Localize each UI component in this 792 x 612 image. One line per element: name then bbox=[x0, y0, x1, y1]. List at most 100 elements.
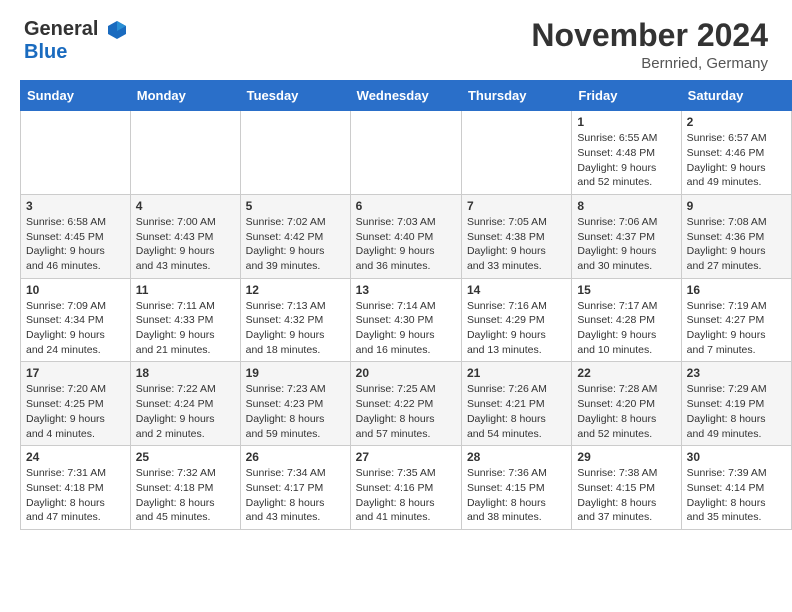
cell-info-line: Daylight: 8 hours bbox=[577, 497, 656, 509]
cell-info-line: Sunrise: 6:55 AM bbox=[577, 132, 657, 144]
cell-info-line: Sunrise: 7:39 AM bbox=[687, 467, 767, 479]
cell-info-text: Sunrise: 7:14 AMSunset: 4:30 PMDaylight:… bbox=[356, 299, 456, 358]
logo: General Blue bbox=[24, 18, 128, 63]
cell-info-line: Daylight: 9 hours bbox=[356, 245, 435, 257]
header: General Blue November 2024 Bernried, Ger… bbox=[0, 0, 792, 80]
cell-info-line: Daylight: 9 hours bbox=[467, 245, 546, 257]
cell-info-line: and 43 minutes. bbox=[136, 260, 211, 272]
calendar-cell: 30Sunrise: 7:39 AMSunset: 4:14 PMDayligh… bbox=[681, 446, 791, 530]
cell-info-line: and 16 minutes. bbox=[356, 344, 431, 356]
calendar-cell bbox=[21, 111, 131, 195]
cell-info-text: Sunrise: 7:09 AMSunset: 4:34 PMDaylight:… bbox=[26, 299, 125, 358]
cell-date-number: 21 bbox=[467, 366, 566, 380]
cell-info-line: Sunset: 4:48 PM bbox=[577, 147, 655, 159]
cell-info-line: Sunset: 4:18 PM bbox=[136, 482, 214, 494]
calendar-week-5: 24Sunrise: 7:31 AMSunset: 4:18 PMDayligh… bbox=[21, 446, 792, 530]
cell-info-text: Sunrise: 6:55 AM Sunset: 4:48 PM Daylight:… bbox=[577, 131, 675, 190]
cell-info-line: Daylight: 8 hours bbox=[246, 413, 325, 425]
cell-info-line: Sunrise: 7:26 AM bbox=[467, 383, 547, 395]
cell-info-text: Sunrise: 6:58 AMSunset: 4:45 PMDaylight:… bbox=[26, 215, 125, 274]
cell-date-number: 28 bbox=[467, 450, 566, 464]
cell-info-line: and 35 minutes. bbox=[687, 511, 762, 523]
calendar-cell: 15Sunrise: 7:17 AMSunset: 4:28 PMDayligh… bbox=[572, 278, 681, 362]
cell-info-line: and 36 minutes. bbox=[356, 260, 431, 272]
calendar-cell: 28Sunrise: 7:36 AMSunset: 4:15 PMDayligh… bbox=[461, 446, 571, 530]
cell-info-line: Sunset: 4:33 PM bbox=[136, 314, 214, 326]
calendar-cell bbox=[130, 111, 240, 195]
cell-info-line: Sunrise: 7:34 AM bbox=[246, 467, 326, 479]
cell-date-number: 24 bbox=[26, 450, 125, 464]
calendar-cell: 14 Sunrise: 7:16 AMSunset: 4:29 PMDayligh… bbox=[461, 278, 571, 362]
cell-info-line: Sunset: 4:23 PM bbox=[246, 398, 324, 410]
calendar-cell bbox=[240, 111, 350, 195]
cell-info-line: Daylight: 8 hours bbox=[246, 497, 325, 509]
cell-info-line: and 39 minutes. bbox=[246, 260, 321, 272]
cell-info-line: Sunset: 4:27 PM bbox=[687, 314, 765, 326]
cell-info-line: Sunset: 4:43 PM bbox=[136, 231, 214, 243]
cell-date-number: 17 bbox=[26, 366, 125, 380]
cell-info-text: Sunrise: 7:13 AMSunset: 4:32 PMDaylight:… bbox=[246, 299, 345, 358]
cell-info-line: Sunrise: 7:11 AM bbox=[136, 300, 215, 312]
cell-info-line: Daylight: 9 hours bbox=[687, 162, 766, 174]
cell-info-line: Sunrise: 7:38 AM bbox=[577, 467, 657, 479]
calendar-cell: 11Sunrise: 7:11 AMSunset: 4:33 PMDayligh… bbox=[130, 278, 240, 362]
cell-info-line: Sunrise: 7:23 AM bbox=[246, 383, 326, 395]
calendar-cell bbox=[461, 111, 571, 195]
calendar-cell: 18Sunrise: 7:22 AMSunset: 4:24 PMDayligh… bbox=[130, 362, 240, 446]
cell-info-line: and 4 minutes. bbox=[26, 428, 95, 440]
cell-info-line: and 49 minutes. bbox=[687, 428, 762, 440]
cell-info-text: Sunrise: 7:25 AMSunset: 4:22 PMDaylight:… bbox=[356, 382, 456, 441]
cell-info-line: Sunrise: 6:58 AM bbox=[26, 216, 106, 228]
calendar-cell: 5Sunrise: 7:02 AMSunset: 4:42 PMDaylight… bbox=[240, 194, 350, 278]
cell-info-line: Sunset: 4:45 PM bbox=[26, 231, 104, 243]
cell-info-text: Sunrise: 7:32 AMSunset: 4:18 PMDaylight:… bbox=[136, 466, 235, 525]
cell-date-number: 4 bbox=[136, 199, 235, 213]
cell-info-line: Daylight: 9 hours bbox=[136, 329, 215, 341]
cell-date-number: 1 bbox=[577, 115, 675, 129]
calendar-header-row: Sunday Monday Tuesday Wednesday Thursday… bbox=[21, 81, 792, 111]
col-sunday: Sunday bbox=[21, 81, 131, 111]
cell-info-line: Sunrise: 7:35 AM bbox=[356, 467, 436, 479]
cell-date-number: 7 bbox=[467, 199, 566, 213]
cell-info-line: Daylight: 8 hours bbox=[467, 413, 546, 425]
cell-info-line: Daylight: 9 hours bbox=[577, 245, 656, 257]
cell-info-line: Sunrise: 7:00 AM bbox=[136, 216, 216, 228]
cell-info-line: Daylight: 8 hours bbox=[467, 497, 546, 509]
cell-info-text: Sunrise: 7:16 AMSunset: 4:29 PMDaylight:… bbox=[467, 299, 566, 358]
cell-info-line: Sunrise: 7:29 AM bbox=[687, 383, 767, 395]
cell-info-line: Sunrise: 7:09 AM bbox=[26, 300, 106, 312]
cell-info-line: and 41 minutes. bbox=[356, 511, 431, 523]
cell-date-number: 18 bbox=[136, 366, 235, 380]
logo-blue: Blue bbox=[24, 41, 128, 63]
cell-info-line: and 47 minutes. bbox=[26, 511, 101, 523]
cell-info-line: Sunset: 4:20 PM bbox=[577, 398, 655, 410]
month-year-title: November 2024 bbox=[531, 18, 768, 53]
calendar-cell: 25Sunrise: 7:32 AMSunset: 4:18 PMDayligh… bbox=[130, 446, 240, 530]
cell-date-number: 29 bbox=[577, 450, 675, 464]
calendar-cell: 24Sunrise: 7:31 AMSunset: 4:18 PMDayligh… bbox=[21, 446, 131, 530]
col-saturday: Saturday bbox=[681, 81, 791, 111]
cell-info-line: Daylight: 8 hours bbox=[687, 413, 766, 425]
cell-info-line: Daylight: 8 hours bbox=[356, 497, 435, 509]
cell-info-line: Sunset: 4:15 PM bbox=[577, 482, 655, 494]
cell-info-line: and 49 minutes. bbox=[687, 176, 762, 188]
cell-info-line: Daylight: 9 hours bbox=[26, 329, 105, 341]
cell-info-text: Sunrise: 7:39 AMSunset: 4:14 PMDaylight:… bbox=[687, 466, 786, 525]
cell-date-number: 26 bbox=[246, 450, 345, 464]
cell-info-line: Sunset: 4:37 PM bbox=[577, 231, 655, 243]
col-tuesday: Tuesday bbox=[240, 81, 350, 111]
cell-info-line: Sunset: 4:25 PM bbox=[26, 398, 104, 410]
cell-info-line: Daylight: 9 hours bbox=[356, 329, 435, 341]
cell-date-number: 14 bbox=[467, 283, 566, 297]
cell-info-line: and 30 minutes. bbox=[577, 260, 652, 272]
cell-date-number: 5 bbox=[246, 199, 345, 213]
calendar-cell: 29 Sunrise: 7:38 AM Sunset: 4:15 PM Dayligh… bbox=[572, 446, 681, 530]
calendar-cell: 10Sunrise: 7:09 AMSunset: 4:34 PMDayligh… bbox=[21, 278, 131, 362]
calendar-cell: 4Sunrise: 7:00 AMSunset: 4:43 PMDaylight… bbox=[130, 194, 240, 278]
cell-info-line: and 52 minutes. bbox=[577, 176, 652, 188]
cell-info-line: Daylight: 9 hours bbox=[577, 162, 656, 174]
cell-info-line: Sunset: 4:14 PM bbox=[687, 482, 765, 494]
cell-info-text: Sunrise: 7:38 AM Sunset: 4:15 PM Daylight:… bbox=[577, 466, 675, 525]
cell-date-number: 22 bbox=[577, 366, 675, 380]
cell-info-line: Sunrise: 7:17 AM bbox=[577, 300, 657, 312]
